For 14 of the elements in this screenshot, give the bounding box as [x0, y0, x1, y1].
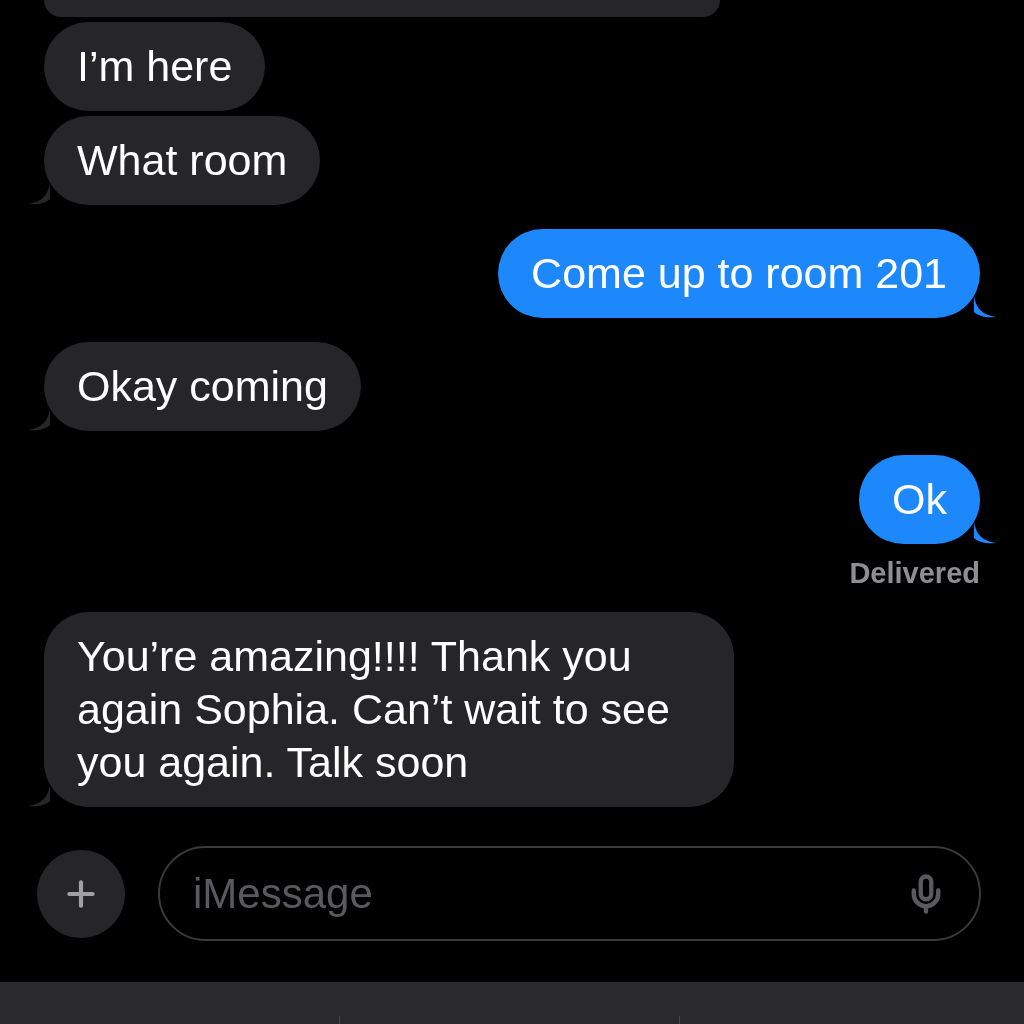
bubble-tail	[28, 409, 50, 431]
bubble-tail	[28, 183, 50, 205]
message-bubble: You’re amazing!!!! Thank you again Sophia. Can’t wait to see you again. Talk soon	[44, 612, 734, 807]
delivery-status: Delivered	[849, 558, 980, 588]
message-bubble: Ok	[859, 455, 980, 544]
message-field[interactable]: iMessage	[158, 846, 981, 941]
bubble-tail	[974, 296, 996, 318]
message-input[interactable]: iMessage	[193, 862, 905, 925]
bubble-tail	[28, 785, 50, 807]
message-bubble: I’m here	[44, 22, 266, 111]
message-bubble: Okay coming	[44, 342, 361, 431]
message-bubble: What room	[44, 116, 321, 205]
message-bubble: Come up to room 201	[498, 229, 980, 318]
bubble-tail	[974, 522, 996, 544]
